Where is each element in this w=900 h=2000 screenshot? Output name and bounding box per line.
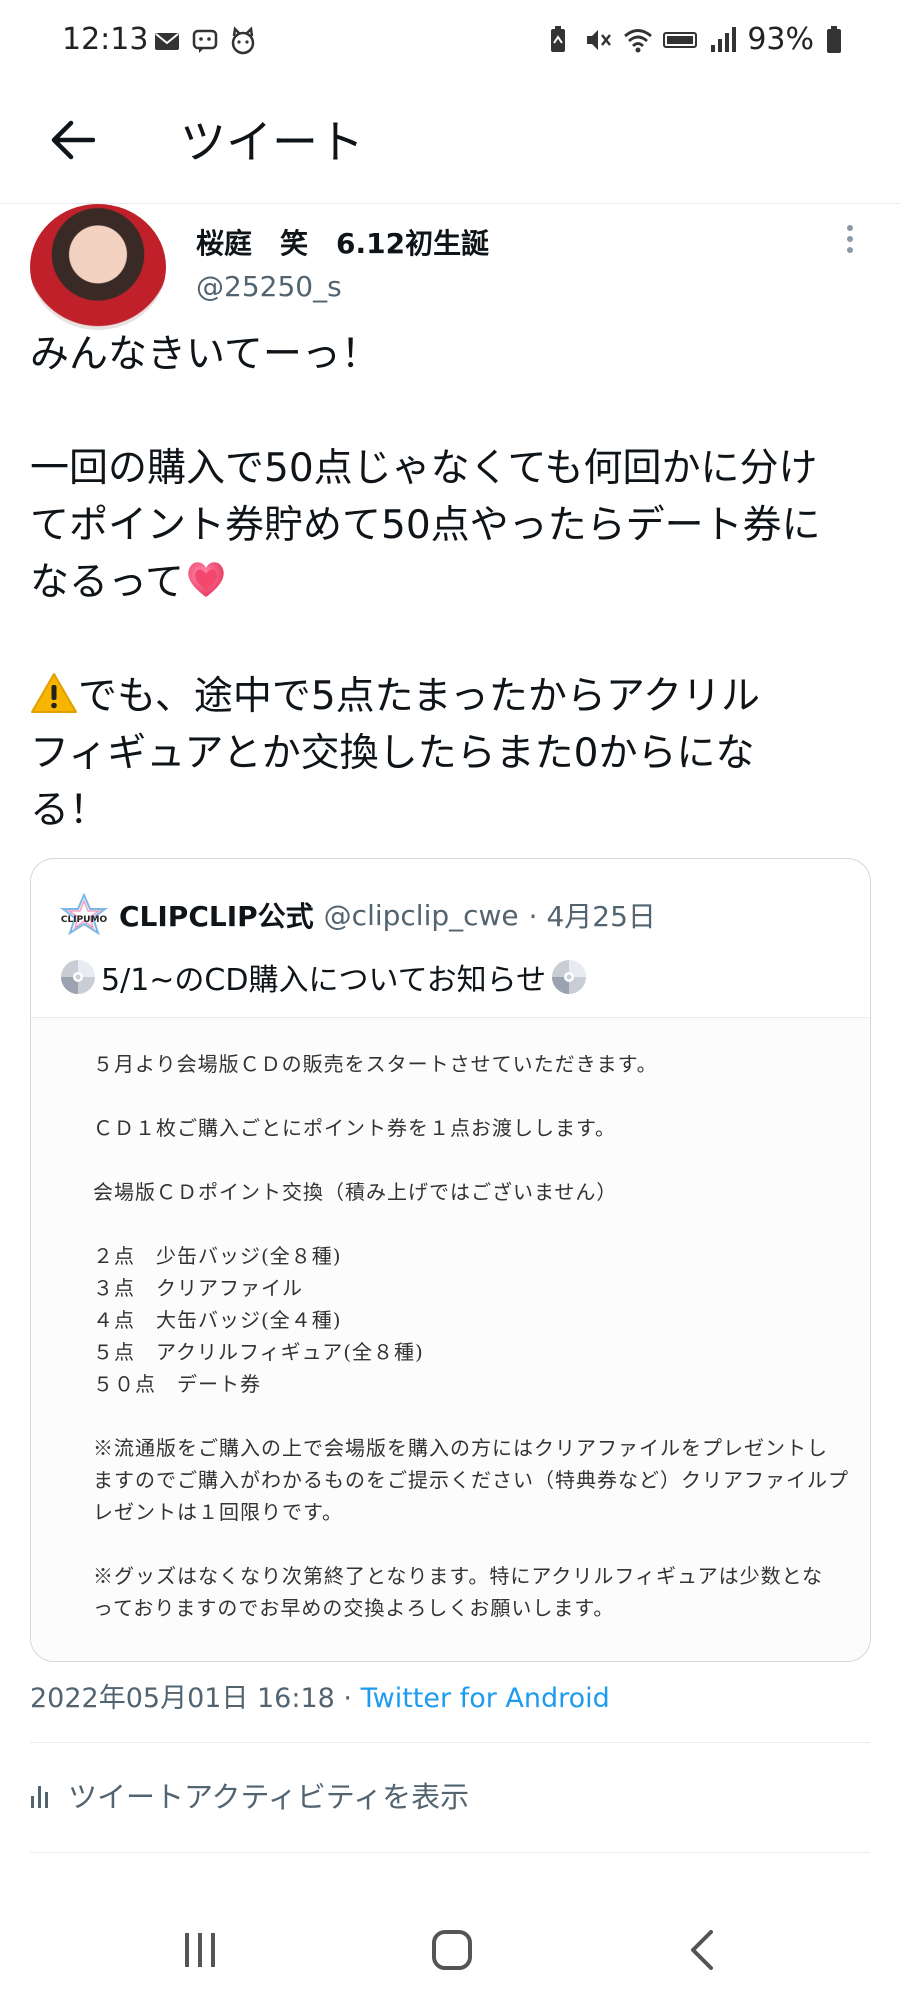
more-options-button[interactable] <box>830 214 870 264</box>
status-system-icons: 93% <box>543 22 844 57</box>
mute-icon <box>587 29 612 50</box>
tweet-line: みんなきいてーっ！ <box>30 332 380 377</box>
mail-icon <box>155 33 179 50</box>
cd-emoji-icon <box>61 960 95 994</box>
quoted-tweet-text-content: 5/1~のCD購入についてお知らせ <box>101 963 547 998</box>
avatar[interactable] <box>30 204 166 330</box>
image-text-line: ４点 大缶バッジ(全４種) <box>93 1308 342 1332</box>
system-back-button[interactable] <box>662 1920 742 1980</box>
tweet-line-text: でも、途中で5点たまったからアクリル <box>78 674 760 719</box>
divider <box>30 1742 870 1743</box>
cat-icon <box>231 26 255 55</box>
image-text-line: ※グッズはなくなり次第終了となります。特にアクリルフィギュアは少数とな <box>93 1564 823 1588</box>
recent-apps-icon <box>185 1933 215 1967</box>
image-text-line: ますのでご購入がわかるものをご提示ください（特典券など）クリアファイルプ <box>93 1468 849 1492</box>
quoted-tweet-image[interactable]: ５月より会場版ＣＤの販売をスタートさせていただきます。 ＣＤ１枚ご購入ごとにポイ… <box>31 1018 870 1661</box>
tweet-line: る！ <box>30 788 109 833</box>
image-text-line: っておりますのでお早めの交換よろしくお願いします。 <box>93 1596 615 1620</box>
quoted-tweet-text: 5/1~のCD購入についてお知らせ <box>59 955 588 999</box>
tweet-text: みんなきいてーっ！ 一回の購入で50点じゃなくても何回かに分け てポイント券貯め… <box>30 326 880 839</box>
quoted-tweet-date: · 4月25日 <box>528 900 656 933</box>
status-notification-icons <box>152 26 258 56</box>
image-text-line: 会場版ＣＤポイント交換（積み上げではございません） <box>93 1180 618 1204</box>
image-text-line: ５点 アクリルフィギュア(全８種) <box>93 1340 424 1364</box>
battery-saver-icon <box>551 25 566 52</box>
arrow-left-icon <box>51 120 95 160</box>
tweet-source-link[interactable]: Twitter for Android <box>361 1683 610 1714</box>
tweet-timestamp[interactable]: 2022年05月01日 16:18 <box>30 1683 335 1714</box>
heart-emoji-icon <box>188 562 224 597</box>
image-text-line: ＣＤ１枚ご購入ごとにポイント券を１点お渡しします。 <box>93 1116 616 1140</box>
quoted-author-handle: @clipclip_cwe <box>323 898 519 932</box>
volte-icon <box>663 31 698 48</box>
app-bar: ツイート <box>0 84 900 204</box>
home-button[interactable] <box>412 1920 492 1980</box>
recent-apps-button[interactable] <box>160 1920 240 1980</box>
author-handle[interactable]: @25250_s <box>196 270 342 303</box>
tweet-author: 桜庭 笑 6.12初生誕 @25250_s <box>0 204 900 330</box>
tweet-line-text: なるって <box>30 560 185 605</box>
tweet-line: なるって <box>30 554 880 611</box>
chevron-left-icon <box>691 1930 713 1970</box>
image-text-line: ５０点 デート券 <box>93 1372 261 1396</box>
image-text-line: ２点 少缶バッジ(全８種) <box>93 1244 342 1268</box>
page-title: ツイート <box>180 115 364 169</box>
wifi-icon <box>624 28 653 52</box>
author-display-name[interactable]: 桜庭 笑 6.12初生誕 <box>196 222 489 262</box>
home-icon <box>432 1930 472 1970</box>
tweet-line: 一回の購入で50点じゃなくても何回かに分け <box>30 446 818 491</box>
chat-icon <box>192 29 218 53</box>
tweet-line: てポイント券貯めて50点やったらデート券に <box>30 503 821 548</box>
tweet-activity-label: ツイートアクティビティを表示 <box>68 1780 470 1814</box>
bar-chart-icon <box>31 1786 48 1808</box>
quoted-author-name: CLIPCLIP公式 <box>119 900 314 933</box>
logo-text: CLIPUMO <box>61 915 108 925</box>
status-time: 12:13 <box>62 22 149 57</box>
tweet-line: フィギュアとか交換したらまた0からにな <box>30 731 755 776</box>
more-dot <box>847 247 853 253</box>
quoted-tweet-header: CLIPUMO CLIPCLIP公式 @clipclip_cwe · 4月25日 <box>59 893 656 937</box>
warning-emoji-icon <box>31 673 77 713</box>
clipclip-logo-icon: CLIPUMO <box>60 893 108 936</box>
more-dot <box>847 225 853 231</box>
battery-icon <box>827 25 841 53</box>
battery-percentage: 93% <box>747 22 814 57</box>
divider <box>30 1852 870 1853</box>
cd-emoji-icon <box>552 960 587 994</box>
image-text-line: ５月より会場版ＣＤの販売をスタートさせていただきます。 <box>93 1052 658 1076</box>
system-navigation-bar <box>0 1900 900 2000</box>
image-text-line: ３点 クリアファイル <box>93 1276 303 1300</box>
image-text-line: レゼントは１回限りです。 <box>93 1500 343 1524</box>
tweet-activity-button[interactable]: ツイートアクティビティを表示 <box>30 1774 469 1816</box>
quoted-tweet-card[interactable]: CLIPUMO CLIPCLIP公式 @clipclip_cwe · 4月25日… <box>30 858 871 1662</box>
meta-separator: · <box>343 1683 353 1714</box>
tweet-meta: 2022年05月01日 16:18 · Twitter for Android <box>30 1676 610 1715</box>
back-button[interactable] <box>42 110 102 170</box>
tweet-line: でも、途中で5点たまったからアクリル <box>30 668 880 725</box>
signal-icon <box>711 26 737 52</box>
more-dot <box>847 236 853 242</box>
status-bar: 12:13 93% <box>0 0 900 80</box>
image-text-line: ※流通版をご購入の上で会場版を購入の方にはクリアファイルをプレゼントし <box>93 1436 828 1460</box>
